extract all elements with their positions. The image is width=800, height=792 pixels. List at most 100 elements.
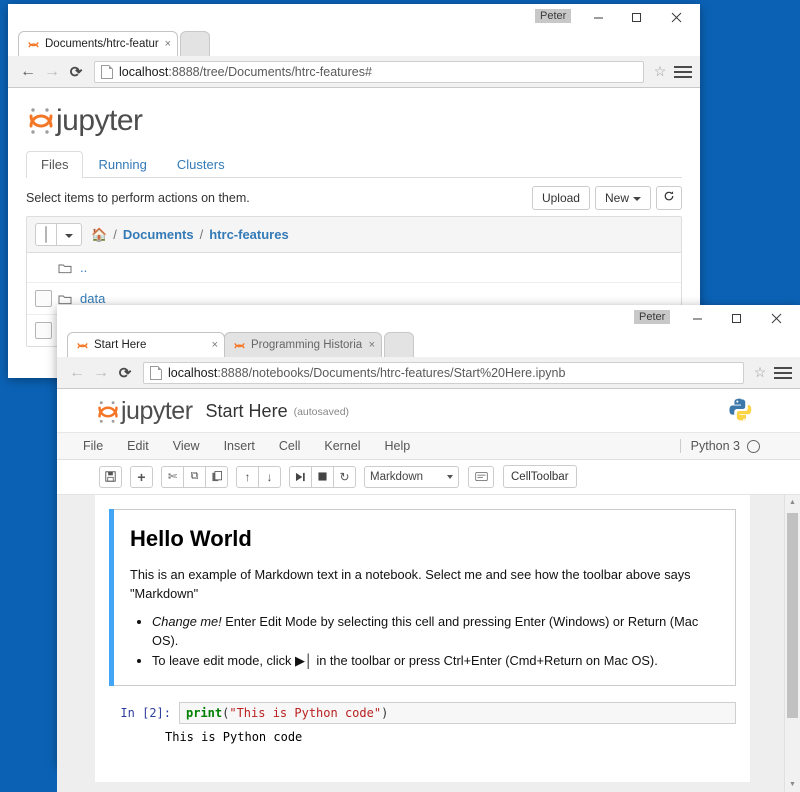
notebook-vertical-scrollbar[interactable]: ▲ ▼ xyxy=(784,495,800,792)
breadcrumb-documents[interactable]: Documents xyxy=(123,227,194,242)
chevron-down-icon xyxy=(65,234,73,238)
notebook-scroll-area[interactable]: Hello World This is an example of Markdo… xyxy=(57,495,800,792)
markdown-rendered: Hello World This is an example of Markdo… xyxy=(114,510,735,685)
title-bar-notebook: Peter xyxy=(57,305,800,331)
menu-help[interactable]: Help xyxy=(373,433,423,459)
reload-icon[interactable]: ⟳ xyxy=(113,361,137,385)
forward-icon[interactable]: → xyxy=(40,60,64,84)
address-bar[interactable]: localhost :8888/tree/Documents/htrc-feat… xyxy=(94,61,644,83)
bookmark-star-icon[interactable]: ☆ xyxy=(650,63,670,80)
home-icon[interactable]: 🏠 xyxy=(91,227,107,243)
page-info-icon[interactable] xyxy=(101,65,113,79)
stop-kernel-icon[interactable] xyxy=(311,466,334,488)
menu-insert[interactable]: Insert xyxy=(212,433,267,459)
notebook-cell-code[interactable]: In [2]: print("This is Python code") xyxy=(109,696,736,724)
chrome-menu-icon[interactable] xyxy=(774,367,792,379)
notebook-cell-markdown[interactable]: Hello World This is an example of Markdo… xyxy=(109,509,736,686)
title-bar-file-browser: Peter xyxy=(8,4,700,30)
tab-close-icon[interactable]: × xyxy=(165,38,171,50)
select-all-checkbox-cell[interactable] xyxy=(36,224,57,245)
cut-icon[interactable]: ✄ xyxy=(161,466,184,488)
browser-tab-programming-historian[interactable]: Programming Historian D × xyxy=(224,332,382,357)
new-tab-stub[interactable] xyxy=(384,332,414,357)
menu-file[interactable]: File xyxy=(71,433,115,459)
kernel-name: Python 3 xyxy=(691,439,740,453)
back-icon[interactable]: ← xyxy=(65,361,89,385)
tab-close-icon[interactable]: × xyxy=(369,339,375,351)
scroll-down-arrow[interactable]: ▼ xyxy=(785,777,800,792)
file-name[interactable]: .. xyxy=(80,260,87,275)
copy-icon[interactable]: ⧉ xyxy=(183,466,206,488)
url-host: localhost xyxy=(168,366,217,380)
chevron-down-icon xyxy=(633,197,641,201)
select-all-checkbox[interactable] xyxy=(45,226,47,243)
row-checkbox-cell[interactable] xyxy=(35,322,58,339)
selection-hint: Select items to perform actions on them. xyxy=(26,191,250,205)
forward-icon[interactable]: → xyxy=(89,361,113,385)
close-button[interactable] xyxy=(758,305,794,331)
paste-icon[interactable] xyxy=(205,466,228,488)
notebook-name[interactable]: Start Here xyxy=(206,401,288,422)
scroll-up-arrow[interactable]: ▲ xyxy=(785,495,800,510)
file-row-parent[interactable]: .. xyxy=(27,253,681,283)
tab-close-icon[interactable]: × xyxy=(212,339,218,351)
row-checkbox[interactable] xyxy=(35,322,52,339)
menu-view[interactable]: View xyxy=(161,433,212,459)
navigation-toolbar-file-browser: ← → ⟳ localhost :8888/tree/Documents/htr… xyxy=(8,56,700,88)
scrollbar-thumb[interactable] xyxy=(787,513,798,718)
code-editor[interactable]: print("This is Python code") xyxy=(179,702,736,724)
row-checkbox[interactable] xyxy=(35,290,52,307)
bookmark-star-icon[interactable]: ☆ xyxy=(750,364,770,381)
command-palette-icon[interactable] xyxy=(468,466,494,488)
file-name[interactable]: data xyxy=(80,291,105,306)
run-cell-icon[interactable] xyxy=(289,466,312,488)
reload-icon[interactable]: ⟳ xyxy=(64,60,88,84)
breadcrumb-htrc-features[interactable]: htrc-features xyxy=(209,227,288,242)
jupyter-favicon xyxy=(76,339,89,352)
maximize-button[interactable] xyxy=(718,305,754,331)
add-cell-icon[interactable]: + xyxy=(130,466,153,488)
browser-window-notebook[interactable]: Peter Start Here × xyxy=(57,305,800,767)
refresh-button[interactable] xyxy=(656,186,682,210)
cell-type-select[interactable]: Markdown xyxy=(364,466,459,488)
move-down-icon[interactable]: ↓ xyxy=(258,466,281,488)
cell-prompt: In [2]: xyxy=(109,702,179,720)
chrome-menu-icon[interactable] xyxy=(674,66,692,78)
upload-button[interactable]: Upload xyxy=(532,186,590,210)
minimize-button[interactable] xyxy=(679,305,715,331)
new-dropdown-button[interactable]: New xyxy=(595,186,651,210)
menu-cell[interactable]: Cell xyxy=(267,433,313,459)
address-bar[interactable]: localhost :8888/notebooks/Documents/htrc… xyxy=(143,362,744,384)
tab-running[interactable]: Running xyxy=(83,151,161,178)
page-info-icon[interactable] xyxy=(150,366,162,380)
minimize-button[interactable] xyxy=(580,4,616,30)
close-button[interactable] xyxy=(658,4,694,30)
select-all-control[interactable] xyxy=(35,223,82,246)
maximize-button[interactable] xyxy=(618,4,654,30)
kernel-indicator[interactable]: Python 3 xyxy=(680,439,760,453)
celltoolbar-button[interactable]: CellToolbar xyxy=(503,465,577,488)
user-badge[interactable]: Peter xyxy=(535,9,571,23)
new-tab-stub[interactable] xyxy=(180,31,210,56)
tab-files[interactable]: Files xyxy=(26,151,83,178)
jupyter-wordmark: jupyter xyxy=(56,104,143,138)
back-icon[interactable]: ← xyxy=(16,60,40,84)
code-token-string: "This is Python code" xyxy=(229,706,381,720)
restart-kernel-icon[interactable]: ↻ xyxy=(333,466,356,488)
save-icon[interactable] xyxy=(99,466,122,488)
jupyter-favicon xyxy=(233,339,246,352)
tab-clusters[interactable]: Clusters xyxy=(162,151,240,178)
user-badge[interactable]: Peter xyxy=(634,310,670,324)
jupyter-logo[interactable]: jupyter xyxy=(28,104,682,138)
url-path: :8888/tree/Documents/htrc-features# xyxy=(168,65,372,79)
markdown-cell-box[interactable]: Hello World This is an example of Markdo… xyxy=(114,509,736,686)
markdown-heading: Hello World xyxy=(130,526,717,552)
browser-tab-documents-htrc-features[interactable]: Documents/htrc-features/ × xyxy=(18,31,178,56)
select-all-dropdown[interactable] xyxy=(57,224,81,245)
move-up-icon[interactable]: ↑ xyxy=(236,466,259,488)
menu-kernel[interactable]: Kernel xyxy=(312,433,372,459)
menu-edit[interactable]: Edit xyxy=(115,433,161,459)
jupyter-logo[interactable]: jupyter xyxy=(97,397,193,426)
browser-tab-start-here[interactable]: Start Here × xyxy=(67,332,225,357)
row-checkbox-cell[interactable] xyxy=(35,290,58,307)
